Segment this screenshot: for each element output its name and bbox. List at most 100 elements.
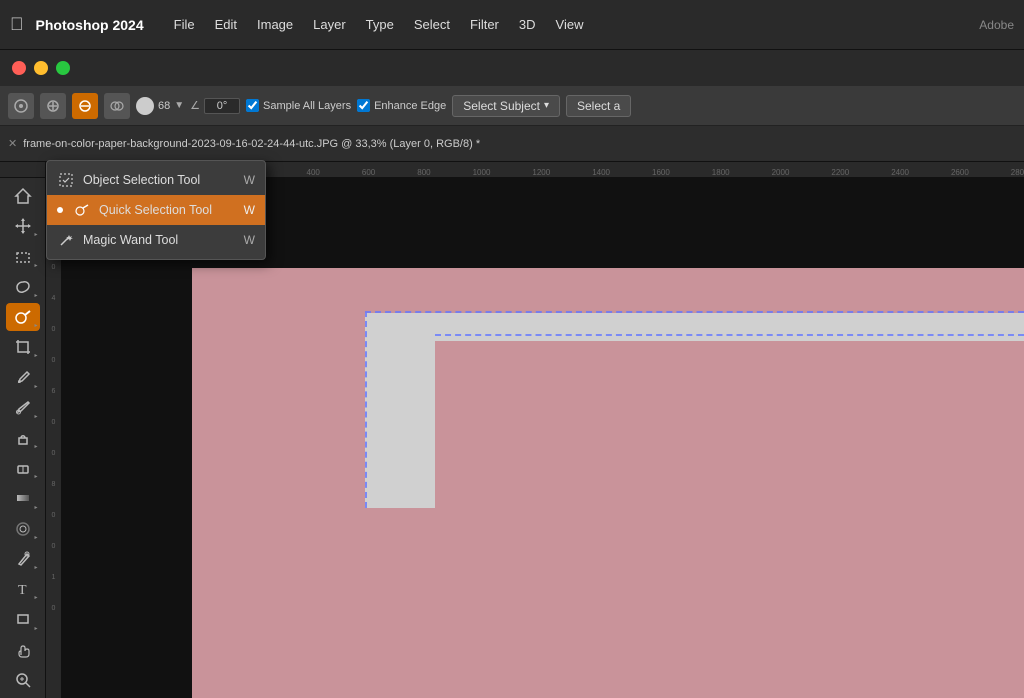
flyout-menu: Object Selection Tool W Quick Selection … (46, 160, 266, 260)
ruler-v-tick: 4 (52, 295, 56, 302)
corner-arrow: ▸ (34, 625, 37, 632)
ruler-tick: 1000 (473, 168, 491, 177)
subtract-brush-icon[interactable] (72, 93, 98, 119)
brush-size-container: 68 ▼ (136, 97, 184, 115)
corner-arrow: ▸ (34, 473, 37, 480)
corner-arrow: ▸ (34, 564, 37, 571)
ruler-v-tick: 0 (52, 264, 56, 271)
canvas-left-dark (62, 268, 192, 698)
flyout-item-quick-selection[interactable]: Quick Selection Tool W (47, 195, 265, 225)
blur-tool[interactable]: ▸ (6, 515, 40, 543)
zoom-tool[interactable] (6, 666, 40, 694)
ruler-v-tick: 0 (52, 326, 56, 333)
ruler-corner (0, 162, 46, 178)
intersect-brush-icon[interactable] (104, 93, 130, 119)
ruler-v-tick: 0 (52, 605, 56, 612)
menu-3d[interactable]: 3D (509, 13, 546, 36)
menu-select[interactable]: Select (404, 13, 460, 36)
quick-selection-icon (73, 201, 91, 219)
flyout-item-label: Quick Selection Tool (99, 203, 236, 217)
crop-tool[interactable]: ▸ (6, 333, 40, 361)
ruler-v-tick: 6 (52, 388, 56, 395)
ruler-v-tick: 0 (52, 357, 56, 364)
gradient-tool[interactable]: ▸ (6, 484, 40, 512)
brush-dropdown-arrow[interactable]: ▼ (174, 100, 184, 111)
angle-icon: ∠ (190, 99, 200, 112)
marquee-tool[interactable]: ▸ (6, 242, 40, 270)
traffic-light-fullscreen[interactable] (56, 61, 70, 75)
corner-arrow: ▸ (34, 504, 37, 511)
menu-view[interactable]: View (546, 13, 594, 36)
object-selection-icon (57, 171, 75, 189)
quick-selection-tool[interactable]: ▸ (6, 303, 40, 331)
select-and-mask-button[interactable]: Select a (566, 95, 631, 117)
hand-tool[interactable] (6, 636, 40, 664)
corner-arrow: ▸ (34, 292, 37, 299)
flyout-item-label: Magic Wand Tool (83, 233, 236, 247)
flyout-item-shortcut: W (244, 203, 255, 217)
options-bar: 68 ▼ ∠ 0° Sample All Layers Enhance Edge… (0, 86, 1024, 126)
ruler-tick: 1600 (652, 168, 670, 177)
corner-arrow: ▸ (34, 383, 37, 390)
brush-size-dropdown[interactable]: 68 (158, 100, 170, 112)
menu-image[interactable]: Image (247, 13, 303, 36)
traffic-light-close[interactable] (12, 61, 26, 75)
lasso-tool[interactable]: ▸ (6, 273, 40, 301)
menu-filter[interactable]: Filter (460, 13, 509, 36)
enhance-edge-checkbox[interactable] (357, 99, 370, 112)
ruler-v-tick: 0 (52, 419, 56, 426)
tab-row: ✕ frame-on-color-paper-background-2023-0… (0, 126, 1024, 162)
corner-arrow: ▸ (34, 352, 37, 359)
tab-title: frame-on-color-paper-background-2023-09-… (23, 138, 480, 150)
ruler-tick: 1400 (592, 168, 610, 177)
frame-outer (365, 313, 1024, 508)
menu-edit[interactable]: Edit (205, 13, 247, 36)
eraser-tool[interactable]: ▸ (6, 454, 40, 482)
angle-container: ∠ 0° (190, 98, 240, 114)
traffic-light-minimize[interactable] (34, 61, 48, 75)
corner-arrow: ▸ (34, 413, 37, 420)
ruler-tick: 2800 (1011, 168, 1024, 177)
sample-all-layers-checkbox[interactable] (246, 99, 259, 112)
select-subject-button[interactable]: Select Subject ▾ (452, 95, 560, 117)
left-toolbar: ▸ ▸ ▸ ▸ ▸ ▸ ▸ ▸ (0, 178, 46, 698)
flyout-item-object-selection[interactable]: Object Selection Tool W (47, 165, 265, 195)
menu-layer[interactable]: Layer (303, 13, 356, 36)
menubar:  Photoshop 2024 File Edit Image Layer T… (0, 0, 1024, 50)
ruler-v-tick: 0 (52, 543, 56, 550)
ruler-tick: 2400 (891, 168, 909, 177)
brush-tool[interactable]: ▸ (6, 394, 40, 422)
apple-icon:  (10, 14, 24, 35)
shape-tool[interactable]: ▸ (6, 605, 40, 633)
stamp-tool[interactable]: ▸ (6, 424, 40, 452)
ruler-tick: 1800 (712, 168, 730, 177)
brush-preset-icon[interactable] (8, 93, 34, 119)
flyout-item-shortcut: W (244, 173, 255, 187)
ruler-v-tick: 0 (52, 512, 56, 519)
text-tool[interactable]: T ▸ (6, 575, 40, 603)
ruler-v-tick: 1 (52, 574, 56, 581)
angle-value[interactable]: 0° (204, 98, 240, 114)
corner-arrow: ▸ (34, 231, 37, 238)
tab-close-button[interactable]: ✕ (8, 137, 17, 150)
corner-arrow: ▸ (34, 594, 37, 601)
move-tool[interactable]: ▸ (6, 212, 40, 240)
frame-inner-hole (435, 341, 1024, 508)
add-brush-icon[interactable] (40, 93, 66, 119)
adobe-label: Adobe (979, 18, 1014, 32)
sample-all-layers-label[interactable]: Sample All Layers (246, 99, 351, 112)
menu-file[interactable]: File (164, 13, 205, 36)
flyout-item-magic-wand[interactable]: Magic Wand Tool W (47, 225, 265, 255)
brush-preview (136, 97, 154, 115)
enhance-edge-label[interactable]: Enhance Edge (357, 99, 446, 112)
traffic-lights-bar (0, 50, 1024, 86)
menu-type[interactable]: Type (356, 13, 404, 36)
ruler-tick: 1200 (532, 168, 550, 177)
active-indicator (57, 207, 63, 213)
ruler-tick: 2200 (831, 168, 849, 177)
home-tool[interactable] (6, 182, 40, 210)
select-subject-chevron: ▾ (544, 100, 549, 111)
ruler-tick: 600 (362, 168, 375, 177)
pen-tool[interactable]: ▸ (6, 545, 40, 573)
eyedropper-tool[interactable]: ▸ (6, 363, 40, 391)
